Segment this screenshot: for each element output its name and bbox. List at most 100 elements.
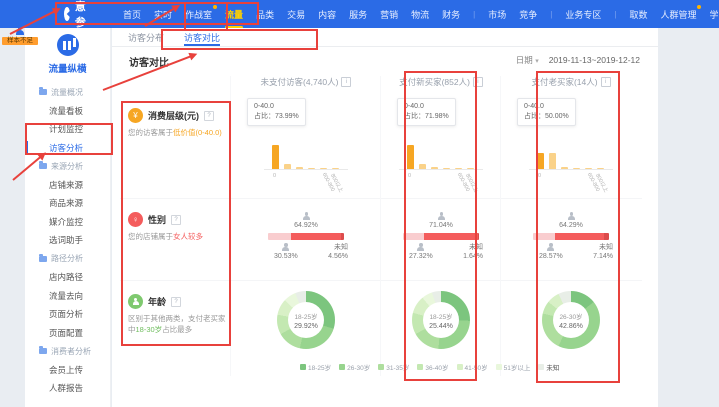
legend-item-36-40岁[interactable]: 36-40岁 — [417, 362, 448, 372]
gender-main-value: 64.29% — [501, 222, 641, 229]
sidebar-item-人群报告[interactable]: 人群报告 — [25, 379, 110, 398]
filter-icon[interactable]: i — [341, 77, 351, 87]
tooltip-range: 0-40.0 — [524, 102, 569, 112]
legend-item-18-25岁[interactable]: 18-25岁 — [300, 362, 331, 372]
sidebar-title: 流量纵横 — [25, 61, 110, 75]
nav-item-学院[interactable]: 学院 — [709, 8, 719, 21]
consumption-subtitle: 您的访客属于 — [128, 128, 173, 137]
nav-item-内容[interactable]: 内容 — [318, 8, 336, 21]
age-donut-chart: 18-25岁29.92% — [277, 291, 335, 349]
sidebar-item-流量概况[interactable]: 流量概况 — [25, 83, 110, 102]
help-icon[interactable]: ? — [171, 215, 181, 225]
legend-item-51岁以上[interactable]: 51岁以上 — [496, 362, 531, 372]
bar-tooltip: 0-40.0占比：71.98% — [397, 98, 456, 126]
bar-tooltip: 0-40.0占比：50.00% — [517, 98, 576, 126]
gender-main-value: 64.92% — [231, 222, 381, 229]
sidebar-item-流量看板[interactable]: 流量看板 — [25, 102, 110, 121]
nav-item-竞争[interactable]: 竞争 — [519, 8, 537, 21]
nav-item-市场[interactable]: 市场 — [488, 8, 506, 21]
person-icon — [302, 212, 311, 221]
nav-item-交易[interactable]: 交易 — [287, 8, 305, 21]
date-range-value: 2019-11-13~2019-12-12 — [549, 55, 640, 65]
sidebar-item-页面分析[interactable]: 页面分析 — [25, 305, 110, 324]
nav-item-首页[interactable]: 首页 — [123, 8, 141, 21]
nav-item-品类[interactable]: 品类 — [256, 8, 274, 21]
legend-item-41-50岁[interactable]: 41-50岁 — [457, 362, 488, 372]
sidebar-item-页面配置[interactable]: 页面配置 — [25, 324, 110, 343]
sidebar-item-label: 选词助手 — [49, 234, 83, 246]
x-axis-label: 0 — [538, 173, 541, 179]
nav-item-业务专区[interactable]: 业务专区 — [565, 8, 601, 21]
nav-item-人群管理[interactable]: 人群管理 — [660, 8, 696, 21]
date-dropdown[interactable]: 日期 ▾ — [516, 54, 539, 66]
column-header-label: 支付老买家(14人) — [531, 76, 597, 88]
legend-swatch — [538, 364, 544, 370]
legend-label: 26-30岁 — [347, 362, 370, 372]
bar — [443, 168, 450, 170]
sidebar-item-计划监控[interactable]: 计划监控 — [25, 120, 110, 139]
legend-item-26-30岁[interactable]: 26-30岁 — [339, 362, 370, 372]
bar — [332, 168, 339, 170]
legend-item-未知[interactable]: 未知 — [538, 362, 559, 372]
tooltip-share: 占比：71.98% — [404, 112, 449, 122]
badge-dot — [697, 5, 701, 9]
sidebar-item-流量去向[interactable]: 流量去向 — [25, 287, 110, 306]
legend-swatch — [457, 364, 463, 370]
sidebar-item-选词助手[interactable]: 选词助手 — [25, 231, 110, 250]
nav-item-取数[interactable]: 取数 — [629, 8, 647, 21]
sidebar-item-消费者分析[interactable]: 消费者分析 — [25, 342, 110, 361]
nav-item-物流[interactable]: 物流 — [411, 8, 429, 21]
person-icon — [15, 26, 25, 36]
sidebar-item-商品来源[interactable]: 商品来源 — [25, 194, 110, 213]
nav-item-作战室[interactable]: 作战室 — [185, 8, 212, 21]
x-axis-label: 0 — [273, 173, 276, 179]
help-icon[interactable]: ? — [171, 297, 181, 307]
bar — [296, 167, 303, 169]
column-header: 未支付访客(4,740人)i — [231, 76, 381, 88]
column-unpaid-visitors: 未支付访客(4,740人)i0-40.0占比：73.99%0600-800800… — [230, 76, 381, 376]
sidebar-item-路径分析[interactable]: 路径分析 — [25, 250, 110, 269]
sidebar-item-访客分析[interactable]: 访客分析 — [25, 139, 110, 158]
nav-divider: | — [614, 10, 616, 19]
sidebar-item-店铺来源[interactable]: 店铺来源 — [25, 176, 110, 195]
sidebar-item-店内路径[interactable]: 店内路径 — [25, 268, 110, 287]
sidebar-item-label: 计划监控 — [49, 123, 83, 135]
row-label-age: 年龄 ? 区别于其他两类，支付老买家中18-30岁占比最多 — [128, 294, 230, 335]
bar — [407, 145, 414, 169]
legend-label: 未知 — [546, 362, 559, 372]
folder-icon — [39, 163, 47, 169]
sidebar-item-来源分析[interactable]: 来源分析 — [25, 157, 110, 176]
compass-logo-icon — [64, 7, 70, 21]
nav-item-服务[interactable]: 服务 — [349, 8, 367, 21]
gender-segment — [341, 233, 344, 240]
sidebar-item-label: 媒介监控 — [49, 216, 83, 228]
gender-left-label: 28.57% — [539, 243, 563, 260]
filter-icon[interactable]: i — [473, 77, 483, 87]
person-icon — [281, 243, 290, 252]
donut-center-label: 18-25岁 — [294, 311, 317, 321]
gender-main-label: 71.04% — [381, 212, 501, 229]
sidebar-item-媒介监控[interactable]: 媒介监控 — [25, 213, 110, 232]
help-icon[interactable]: ? — [204, 111, 214, 121]
nav-item-营销[interactable]: 营销 — [380, 8, 398, 21]
tab-访客对比[interactable]: 访客对比 — [184, 28, 220, 46]
nav-item-流量[interactable]: 流量 — [225, 8, 243, 21]
row-label-gender: ♀ 性别 ? 您的店铺属于女人较多 — [128, 212, 230, 242]
bar-tooltip: 0-40.0占比：73.99% — [247, 98, 306, 126]
gender-segment — [268, 233, 291, 240]
legend-item-31-35岁[interactable]: 31-35岁 — [378, 362, 409, 372]
nav-item-财务[interactable]: 财务 — [442, 8, 460, 21]
age-legend: 18-25岁 26-30岁 31-35岁 36-40岁 41-50岁 51岁以上 未知 — [300, 362, 559, 372]
legend-swatch — [300, 364, 306, 370]
donut-center-label: 26-30岁 — [559, 311, 582, 321]
bar — [585, 168, 592, 170]
gender-segment — [424, 233, 478, 240]
sidebar-item-label: 流量看板 — [49, 105, 83, 117]
nav-item-实时[interactable]: 实时 — [154, 8, 172, 21]
tab-访客分布[interactable]: 访客分布 — [128, 28, 164, 46]
gender-icon: ♀ — [128, 212, 143, 227]
sidebar-item-会员上传[interactable]: 会员上传 — [25, 361, 110, 380]
filter-icon[interactable]: i — [601, 77, 611, 87]
badge-dot — [213, 5, 217, 9]
gender-segment — [533, 233, 555, 240]
